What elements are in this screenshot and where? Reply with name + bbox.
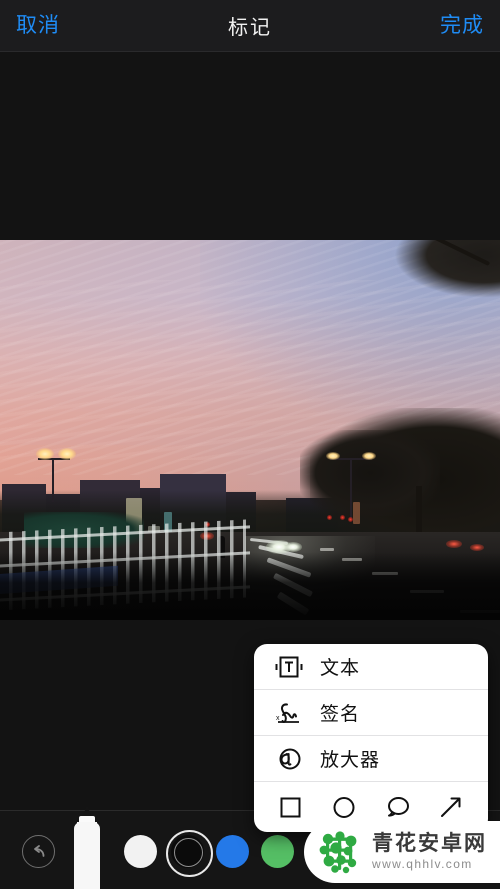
color-swatch-green[interactable] (261, 835, 294, 868)
magnifier-icon (272, 744, 306, 774)
popup-item-label: 签名 (320, 704, 361, 725)
marker-pen-tool[interactable] (72, 805, 102, 889)
color-swatch-white[interactable] (124, 835, 157, 868)
marker-body (74, 822, 100, 889)
foreground-shadow (0, 552, 500, 620)
markup-tools-popup: 文本 x 签名 放大器 (254, 644, 488, 832)
circle-shape-icon[interactable] (327, 790, 361, 824)
lamp-light (36, 448, 54, 460)
watermark-badge: 青花安卓网 www.qhhlv.com (304, 821, 500, 883)
car-taillight (446, 540, 462, 548)
traffic-light-red (348, 517, 353, 522)
navigation-bar: 取消 标记 完成 (0, 0, 500, 52)
svg-text:x: x (276, 715, 280, 722)
popup-item-text[interactable]: 文本 (254, 644, 488, 690)
traffic-light-red (327, 515, 332, 520)
traffic-light-red (340, 515, 345, 520)
color-swatch-blue[interactable] (216, 835, 249, 868)
tree-foliage-top-right (394, 240, 500, 298)
lamp-post (350, 458, 352, 518)
lamp-light (362, 452, 376, 460)
page-title: 标记 (228, 17, 272, 39)
lane-marking (320, 548, 334, 551)
done-button[interactable]: 完成 (440, 15, 484, 36)
watermark-text: 青花安卓网 www.qhhlv.com (372, 831, 487, 872)
shop-sign (353, 502, 360, 524)
undo-arrow-icon[interactable] (22, 835, 55, 868)
cancel-button[interactable]: 取消 (16, 15, 60, 36)
markup-screen: 取消 标记 完成 文本 x 签名 放大器 青花安卓网 www.qhhlv.com (0, 0, 500, 889)
watermark-url: www.qhhlv.com (372, 857, 473, 872)
popup-item-label: 放大器 (320, 750, 381, 771)
watermark-logo-icon (316, 830, 364, 874)
square-shape-icon[interactable] (274, 790, 308, 824)
lamp-light (58, 448, 76, 460)
car-headlight (284, 542, 302, 552)
popup-item-label: 文本 (320, 658, 361, 679)
photo-image[interactable] (0, 240, 500, 620)
lamp-light (326, 452, 340, 460)
car-taillight (470, 544, 484, 551)
color-swatch-black[interactable] (166, 830, 213, 877)
speech-bubble-shape-icon[interactable] (381, 790, 415, 824)
popup-item-signature[interactable]: x 签名 (254, 690, 488, 736)
popup-item-magnifier[interactable]: 放大器 (254, 736, 488, 782)
text-box-icon (272, 652, 306, 682)
watermark-site-name: 青花安卓网 (372, 831, 487, 855)
arrow-shape-icon[interactable] (434, 790, 468, 824)
signature-icon: x (272, 698, 306, 728)
lamp-post (52, 458, 54, 502)
